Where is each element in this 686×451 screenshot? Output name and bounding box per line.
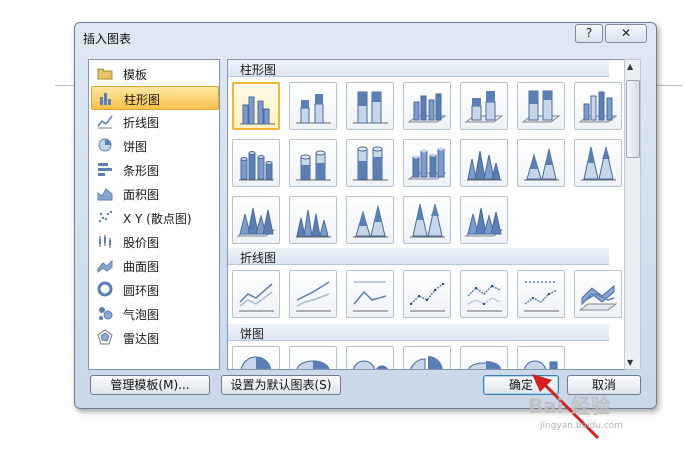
radar-chart-icon [97,329,113,345]
chart-thumb-pie[interactable] [232,346,280,369]
chart-thumb-stacked-line[interactable] [289,270,337,318]
section-header-line: 折线图 [228,248,609,265]
chart-thumb-100-stacked-cylinder[interactable] [346,139,394,187]
chart-category-list: 模板 柱形图 折线图 饼图 条形图 面积图 X Y (散点图) 股价图 曲面图 … [88,59,220,370]
pie-chart-icon [98,138,112,152]
chart-thumb-100-stacked-line-markers[interactable] [517,270,565,318]
chart-thumb-3d-cylinder[interactable] [403,139,451,187]
chart-thumb-line-markers[interactable] [403,270,451,318]
watermark-logo: Bai 经验 [528,394,611,418]
scatter-chart-icon [98,210,113,223]
chart-thumb-clustered-cylinder[interactable] [232,139,280,187]
chart-thumb-bar-of-pie[interactable] [517,346,565,369]
category-templates[interactable]: 模板 [91,62,217,84]
watermark-url: jingyan.baidu.com [540,421,624,431]
chart-thumb-3d-exploded-pie[interactable] [460,346,508,369]
chart-gallery: 柱形图 折线图 饼图 [227,59,625,370]
section-header-pie: 饼图 [228,324,609,341]
line-chart-icon [97,115,113,129]
category-stock[interactable]: 股价图 [91,230,217,252]
chart-thumb-clustered-cone[interactable] [460,139,508,187]
chart-thumb-clustered-pyramid[interactable] [289,196,337,244]
help-button[interactable]: ? [575,24,603,43]
scroll-down-icon[interactable]: ▼ [627,358,633,367]
category-area[interactable]: 面积图 [91,182,217,204]
category-bar[interactable]: 条形图 [91,158,217,180]
area-chart-icon [97,188,113,201]
chart-thumb-3d-column[interactable] [574,82,622,130]
scroll-thumb[interactable] [626,80,640,158]
gallery-scrollbar[interactable]: ▲ ▼ [624,59,641,370]
manage-templates-button[interactable]: 管理模板(M)... [90,375,210,395]
chart-thumb-100-stacked-line[interactable] [346,270,394,318]
chart-thumb-100-stacked-cone[interactable] [574,139,622,187]
chart-thumb-line[interactable] [232,270,280,318]
title-bar: 插入图表 ? ✕ [75,23,656,51]
column-chart-icon [100,93,111,105]
chart-thumb-pie-of-pie[interactable] [346,346,394,369]
chart-thumb-3d-100-stacked-column[interactable] [517,82,565,130]
category-bubble[interactable]: 气泡图 [91,302,217,324]
chart-thumb-stacked-cone[interactable] [517,139,565,187]
category-pie[interactable]: 饼图 [91,134,217,156]
chart-thumb-stacked-pyramid[interactable] [346,196,394,244]
chart-thumb-stacked-line-markers[interactable] [460,270,508,318]
surface-chart-icon [97,259,113,273]
chart-thumb-3d-line[interactable] [574,270,622,318]
bar-chart-icon [98,163,112,176]
set-default-chart-button[interactable]: 设置为默认图表(S) [221,375,341,395]
chart-thumb-100-stacked-column[interactable] [346,82,394,130]
chart-thumb-3d-stacked-column[interactable] [460,82,508,130]
chart-thumb-3d-cone[interactable] [232,196,280,244]
category-surface[interactable]: 曲面图 [91,254,217,276]
insert-chart-dialog: 插入图表 ? ✕ 模板 柱形图 折线图 饼图 条形图 面积图 X Y (散点图)… [74,22,657,409]
chart-thumb-3d-clustered-column[interactable] [403,82,451,130]
category-doughnut[interactable]: 圆环图 [91,278,217,300]
close-button[interactable]: ✕ [605,24,647,43]
chart-thumb-clustered-column[interactable] [232,82,280,130]
chart-thumb-exploded-pie[interactable] [403,346,451,369]
category-scatter[interactable]: X Y (散点图) [91,206,217,228]
doughnut-chart-icon [97,281,113,297]
stock-chart-icon [99,235,111,248]
scroll-up-icon[interactable]: ▲ [627,62,633,71]
dialog-title: 插入图表 [83,32,132,46]
category-radar[interactable]: 雷达图 [91,326,217,348]
chart-thumb-stacked-cylinder[interactable] [289,139,337,187]
category-column[interactable]: 柱形图 [91,86,219,110]
chart-thumb-3d-pyramid[interactable] [460,196,508,244]
chart-thumb-100-stacked-pyramid[interactable] [403,196,451,244]
category-line[interactable]: 折线图 [91,110,217,132]
chart-thumb-stacked-column[interactable] [289,82,337,130]
section-header-column: 柱形图 [228,60,609,77]
folder-icon [97,68,113,80]
bubble-chart-icon [99,307,113,320]
chart-thumb-3d-pie[interactable] [289,346,337,369]
